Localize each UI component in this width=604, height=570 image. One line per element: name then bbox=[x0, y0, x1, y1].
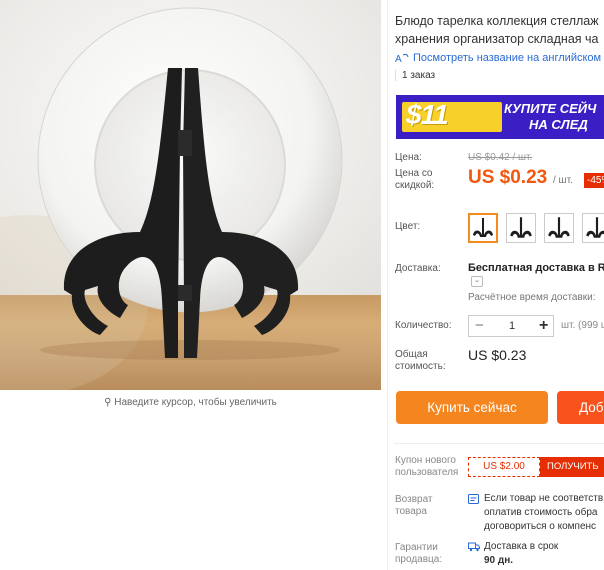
returns-text-line3: договориться о компенс bbox=[484, 521, 597, 532]
shipping-label: Доставка: bbox=[395, 263, 441, 274]
banner-text-line2: НА СЛЕД bbox=[529, 117, 588, 132]
banner-price: $11 bbox=[406, 99, 449, 130]
returns-label: Возврат товара bbox=[395, 494, 433, 518]
total-label-line2: стоимость: bbox=[395, 361, 446, 372]
shipping-title: Бесплатная доставка в Rus bbox=[468, 262, 604, 274]
returns-text-line2: оплатив стоимость обра bbox=[484, 507, 598, 518]
discount-badge: -45% bbox=[584, 173, 604, 188]
guarantee-text-line1: Доставка в срок bbox=[484, 541, 559, 552]
product-title: Блюдо тарелка коллекция стеллаж хранения… bbox=[395, 12, 604, 48]
total-label: Общая стоимость: bbox=[395, 349, 446, 373]
orders-count: 1 заказ bbox=[395, 70, 435, 81]
total-price: US $0.23 bbox=[468, 347, 527, 363]
returns-label-line2: товара bbox=[395, 506, 427, 517]
coupon-label-line1: Купон нового bbox=[395, 455, 456, 466]
discount-price-label: Цена со скидкой: bbox=[395, 168, 434, 192]
quantity-input[interactable]: 1 bbox=[503, 320, 521, 332]
translate-link-text[interactable]: Посмотреть название на английском bbox=[413, 52, 601, 64]
plate-stand-icon bbox=[586, 217, 604, 238]
guarantee-label: Гарантии продавца: bbox=[395, 542, 442, 566]
guarantee-label-line1: Гарантии bbox=[395, 542, 438, 553]
color-label: Цвет: bbox=[395, 221, 421, 232]
per-unit-label: / шт. bbox=[553, 175, 573, 186]
guarantee-text-line2: 90 дн. bbox=[484, 555, 514, 566]
translate-link[interactable]: A Посмотреть название на английском bbox=[395, 52, 601, 64]
product-title-line2: хранения организатор складная ча bbox=[395, 32, 599, 46]
buy-now-button[interactable]: Купить сейчас bbox=[396, 391, 548, 424]
plate-stand-illustration bbox=[0, 7, 343, 390]
quantity-plus-button[interactable]: + bbox=[539, 317, 548, 334]
color-swatch-3[interactable] bbox=[544, 213, 574, 243]
product-title-line1: Блюдо тарелка коллекция стеллаж bbox=[395, 14, 599, 28]
add-to-cart-button[interactable]: Доб bbox=[557, 391, 604, 424]
discount-label-line2: скидкой: bbox=[395, 180, 435, 191]
returns-text-line1: Если товар не соответств bbox=[484, 493, 604, 504]
translate-icon: A bbox=[395, 53, 409, 64]
color-swatch-2[interactable] bbox=[506, 213, 536, 243]
returns-text: Если товар не соответств оплатив стоимос… bbox=[484, 492, 603, 534]
promo-banner[interactable]: $11 КУПИТЕ СЕЙЧ НА СЛЕД bbox=[396, 95, 604, 139]
coupon-value: US $2.00 bbox=[468, 457, 540, 477]
product-main-image[interactable] bbox=[0, 0, 381, 390]
color-swatch-4[interactable] bbox=[582, 213, 604, 243]
section-divider bbox=[394, 443, 604, 444]
guarantee-label-line2: продавца: bbox=[395, 554, 443, 565]
zoom-hint-text: Наведите курсор, чтобы увеличить bbox=[114, 397, 277, 408]
delivery-truck-icon bbox=[468, 542, 480, 552]
plate-stand-icon bbox=[510, 217, 532, 238]
column-divider bbox=[387, 0, 388, 570]
guarantee-text: Доставка в срок 90 дн. bbox=[484, 540, 558, 568]
quantity-minus-button[interactable]: − bbox=[475, 318, 484, 334]
discount-price: US $0.23 bbox=[468, 167, 548, 188]
quantity-stepper: − 1 + bbox=[468, 315, 554, 337]
magnifier-icon: ⚲ bbox=[104, 397, 115, 408]
total-label-line1: Общая bbox=[395, 349, 428, 360]
shipping-expand-chevron-icon[interactable]: ⌄ bbox=[471, 276, 483, 287]
available-stock: шт. (999 ш bbox=[561, 320, 604, 331]
svg-text:A: A bbox=[395, 54, 402, 64]
plate-stand-icon bbox=[548, 217, 570, 238]
discount-label-line1: Цена со bbox=[395, 168, 433, 179]
banner-text-line1: КУПИТЕ СЕЙЧ bbox=[504, 101, 597, 116]
returns-label-line1: Возврат bbox=[395, 494, 433, 505]
color-swatch-1[interactable] bbox=[468, 213, 498, 243]
original-price: US $0.42 / шт. bbox=[468, 152, 533, 163]
get-coupon-button[interactable]: ПОЛУЧИТЬ bbox=[535, 457, 604, 477]
coupon-label: Купон нового пользователя bbox=[395, 455, 458, 479]
price-label: Цена: bbox=[395, 152, 422, 163]
plate-stand-icon bbox=[473, 218, 493, 237]
return-info-icon bbox=[468, 494, 479, 504]
quantity-label: Количество: bbox=[395, 320, 452, 331]
zoom-hint: ⚲ Наведите курсор, чтобы увеличить bbox=[0, 397, 381, 408]
shipping-estimate: Расчётное время доставки: bbox=[468, 292, 596, 303]
coupon-label-line2: пользователя bbox=[395, 467, 459, 478]
